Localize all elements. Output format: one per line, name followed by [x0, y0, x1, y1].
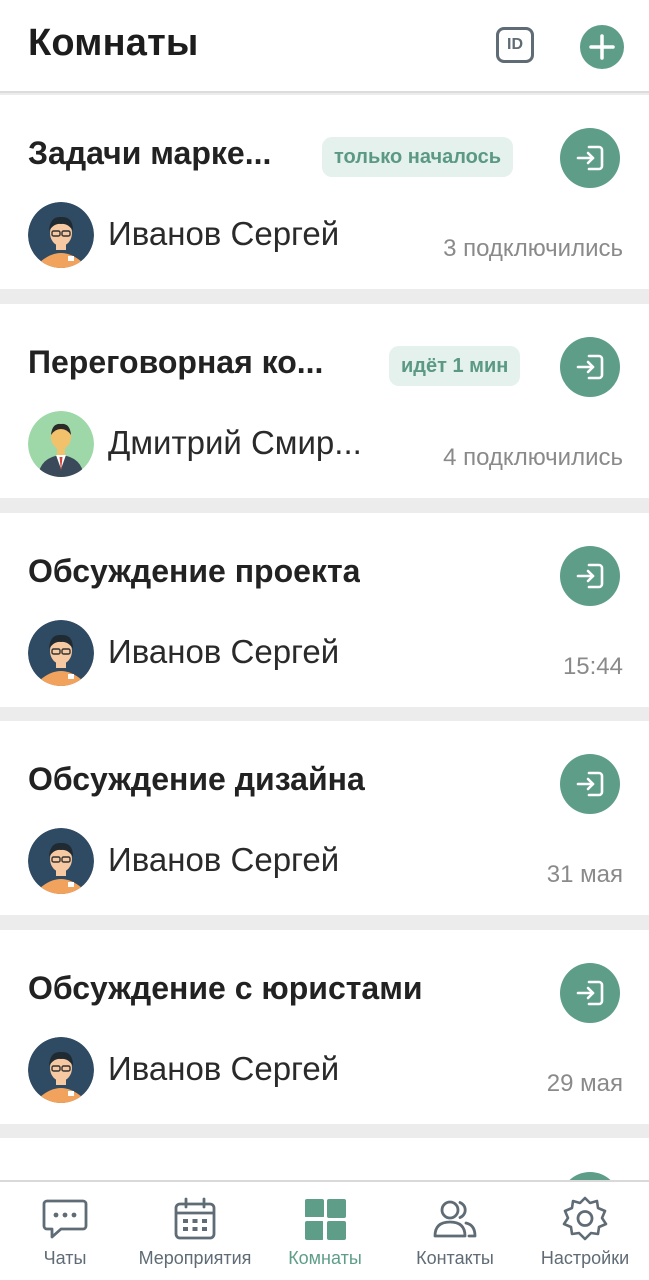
join-room-button[interactable] — [560, 546, 620, 606]
room-owner-name: Иванов Сергей — [108, 1050, 340, 1087]
tab-label: Мероприятия — [138, 1248, 252, 1268]
plus-icon — [589, 34, 615, 60]
join-room-button[interactable] — [560, 128, 620, 188]
join-room-button[interactable] — [560, 963, 620, 1023]
room-owner-name: Дмитрий Смир... — [108, 424, 362, 461]
rooms-icon — [305, 1199, 346, 1240]
tab-contacts[interactable]: Контакты — [390, 1182, 520, 1280]
tab-settings[interactable]: Настройки — [520, 1182, 649, 1280]
room-card[interactable]: Обсуждение с юристами Иванов Сергей 29 м… — [0, 930, 649, 1124]
room-card[interactable]: Обсуждение дизайна Иванов Сергей 31 мая — [0, 721, 649, 915]
room-id-button[interactable]: ID — [496, 27, 534, 63]
room-date: 29 мая — [546, 1070, 623, 1097]
tab-label: Комнаты — [288, 1248, 362, 1268]
tab-label: Чаты — [43, 1248, 87, 1268]
participants-count: 4 подключились — [443, 444, 623, 471]
avatar — [28, 411, 94, 477]
room-card[interactable]: Обсуждение проекта Иванов Сергей 15:44 — [0, 513, 649, 707]
room-card[interactable]: Задачи марке... только началось Иванов С… — [0, 95, 649, 289]
room-owner-name: Иванов Сергей — [108, 215, 340, 252]
avatar — [28, 1037, 94, 1103]
tab-rooms[interactable]: Комнаты — [260, 1182, 390, 1280]
tab-label: Контакты — [416, 1248, 494, 1268]
tab-chats[interactable]: Чаты — [0, 1182, 130, 1280]
join-room-button[interactable] — [560, 337, 620, 397]
gear-icon — [562, 1196, 608, 1241]
enter-icon — [576, 980, 604, 1006]
room-title: Переговорная ко... — [28, 344, 324, 380]
room-title: Обсуждение дизайна — [28, 761, 365, 797]
bottom-tab-bar: Чаты Мероприятия Комнаты Контакты Настро… — [0, 1180, 649, 1280]
avatar — [28, 202, 94, 268]
join-room-button[interactable] — [560, 754, 620, 814]
tab-events[interactable]: Мероприятия — [130, 1182, 260, 1280]
participants-count: 3 подключились — [443, 235, 623, 262]
chat-icon — [42, 1199, 88, 1239]
enter-icon — [576, 771, 604, 797]
avatar — [28, 620, 94, 686]
room-owner-name: Иванов Сергей — [108, 841, 340, 878]
app-header: Комнаты ID — [0, 0, 649, 93]
tab-label: Настройки — [540, 1248, 630, 1268]
room-owner-name: Иванов Сергей — [108, 633, 340, 670]
status-badge: только началось — [322, 137, 514, 177]
avatar — [28, 828, 94, 894]
room-time: 15:44 — [562, 653, 623, 680]
enter-icon — [576, 145, 604, 171]
contacts-icon — [433, 1200, 477, 1238]
enter-icon — [576, 563, 604, 589]
add-room-button[interactable] — [580, 25, 624, 69]
status-badge: идёт 1 мин — [389, 346, 521, 386]
room-title: Обсуждение с юристами — [28, 970, 423, 1006]
enter-icon — [576, 354, 604, 380]
room-date: 31 мая — [546, 861, 623, 888]
calendar-icon — [174, 1197, 216, 1240]
room-title: Задачи марке... — [28, 135, 272, 171]
room-card-partial[interactable] — [0, 1138, 649, 1232]
page-title: Комнаты — [28, 22, 199, 64]
room-card[interactable]: Переговорная ко... идёт 1 мин Дмитрий См… — [0, 304, 649, 498]
room-title: Обсуждение проекта — [28, 553, 361, 589]
